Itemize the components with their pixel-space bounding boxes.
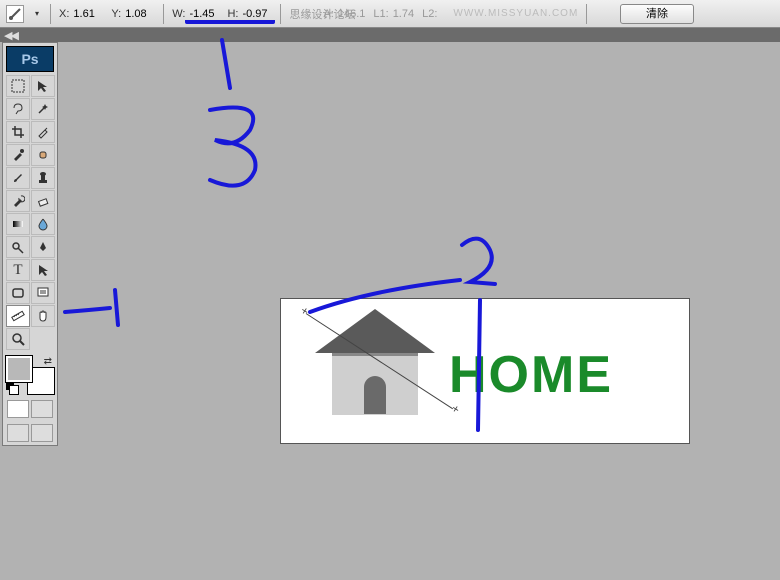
l2-label: L2: [422,8,437,20]
tool-crop[interactable] [6,121,30,143]
house-graphic [315,309,435,419]
quick-mask-mode[interactable] [7,400,29,418]
l1-readout: L1: 1.74 [373,8,414,20]
annotation-layer [0,0,780,577]
screen-mode-std[interactable] [7,424,29,442]
tool-slice[interactable] [31,121,55,143]
tool-heal[interactable] [31,144,55,166]
x-value: 1.61 [73,8,103,20]
tool-history-brush[interactable] [6,190,30,212]
separator [163,4,164,24]
tool-blur[interactable] [31,213,55,235]
tool-preset-dropdown[interactable]: ▾ [32,5,42,23]
tool-lasso[interactable] [6,98,30,120]
screen-mode-row-2 [6,424,54,442]
reset-colors-icon[interactable] [6,382,18,394]
tool-gradient[interactable] [6,213,30,235]
collapse-arrows-icon: ◀◀ [4,29,17,42]
l2-readout: L2: [422,8,441,20]
panel-collapse-bar[interactable]: ◀◀ [0,28,780,42]
separator [280,4,281,24]
house-door [364,376,386,414]
a-readout: A: 146.1 [323,8,365,20]
ps-logo: Ps [6,46,54,72]
tool-ruler[interactable] [6,305,30,327]
tool-grid: T [6,75,54,350]
tool-path-select[interactable] [31,259,55,281]
canvas-document[interactable]: HOME [280,298,690,444]
w-label: W: [172,8,185,20]
tool-type[interactable]: T [6,259,30,281]
screen-mode[interactable] [31,400,53,418]
y-readout: Y: 1.08 [111,8,155,20]
foreground-color-swatch[interactable] [6,356,32,382]
l1-label: L1: [373,8,388,20]
watermark-text: WWW.MISSYUAN.COM [453,8,578,19]
tool-hand[interactable] [31,305,55,327]
y-value: 1.08 [125,8,155,20]
tool-note[interactable] [31,282,55,304]
a-value: 146.1 [338,8,366,20]
canvas-text: HOME [449,345,613,405]
color-swatches[interactable]: ⇄ [6,356,54,394]
tool-zoom[interactable] [6,328,30,350]
tool-eyedropper[interactable] [6,144,30,166]
a-label: A: [323,8,333,20]
screen-mode-row [6,400,54,418]
options-bar: ▾ X: 1.61 Y: 1.08 W: -1.45 H: -0.97 思缘设计… [0,0,780,28]
tool-dodge[interactable] [6,236,30,258]
x-label: X: [59,8,69,20]
l1-value: 1.74 [393,8,414,20]
clear-button[interactable]: 清除 [620,4,694,24]
house-wall [332,353,418,415]
tool-pen[interactable] [31,236,55,258]
tool-marquee[interactable] [6,75,30,97]
swap-colors-icon[interactable]: ⇄ [44,356,52,367]
separator [50,4,51,24]
annotation-underline [185,18,275,24]
tool-stamp[interactable] [31,167,55,189]
separator [586,4,587,24]
screen-mode-full[interactable] [31,424,53,442]
tool-wand[interactable] [31,98,55,120]
x-readout: X: 1.61 [59,8,103,20]
current-tool-icon[interactable] [6,5,24,23]
y-label: Y: [111,8,121,20]
tools-panel: Ps T ⇄ [2,42,58,446]
tool-move[interactable] [31,75,55,97]
tool-eraser[interactable] [31,190,55,212]
tool-shape[interactable] [6,282,30,304]
tool-brush[interactable] [6,167,30,189]
